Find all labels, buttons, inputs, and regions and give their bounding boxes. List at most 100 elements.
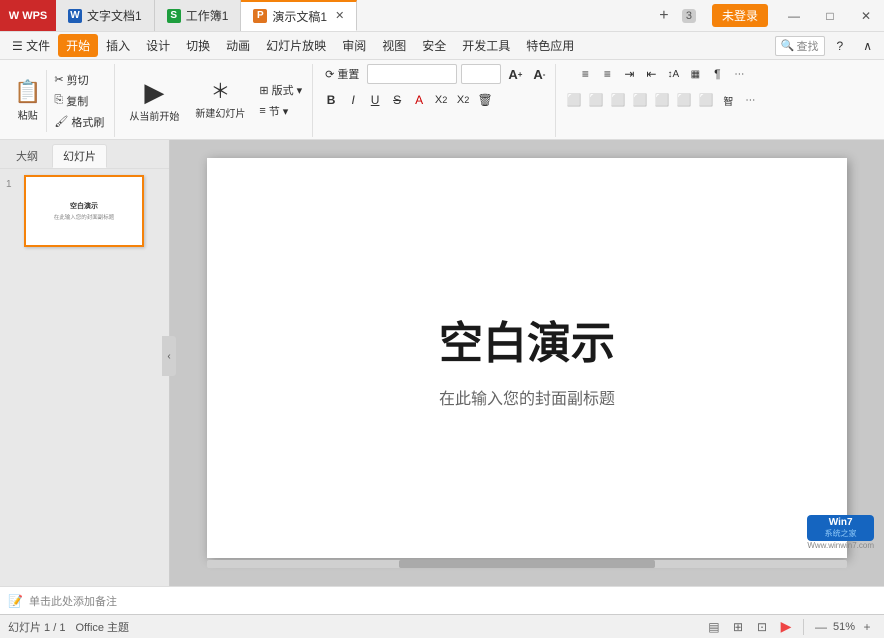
- clipboard-group-content: 📋 粘贴 ✂ 剪切 ⎘ 复制 🖌: [10, 64, 108, 137]
- align-right-button[interactable]: ⬜: [608, 90, 628, 110]
- section-icon: ≡: [259, 105, 265, 117]
- align-top-button[interactable]: ⬜: [652, 90, 672, 110]
- ribbon: 📋 粘贴 ✂ 剪切 ⎘ 复制 🖌: [0, 60, 884, 140]
- menu-design[interactable]: 设计: [138, 34, 178, 57]
- wps-logo-text: W WPS: [9, 10, 48, 22]
- smartart-button[interactable]: 智: [718, 90, 738, 110]
- notes-placeholder: 单击此处添加备注: [29, 593, 117, 609]
- new-slide-button[interactable]: ＊ 新建幻灯片: [189, 73, 251, 129]
- clipboard-group: 📋 粘贴 ✂ 剪切 ⎘ 复制 🖌: [4, 64, 115, 137]
- slide-thumbnail-1[interactable]: 空白演示 在此输入您的封面副标题: [24, 175, 144, 247]
- format-painter-label: 格式刷: [71, 114, 104, 130]
- new-slide-label: 新建幻灯片: [195, 105, 245, 120]
- minimize-button[interactable]: —: [776, 0, 812, 32]
- zoom-plus-button[interactable]: +: [858, 618, 876, 636]
- cut-label: 剪切: [67, 72, 89, 88]
- window-controls: — □ ✕: [776, 0, 884, 32]
- subscript-button[interactable]: X2: [431, 90, 451, 110]
- collapse-icon: ‹: [167, 351, 170, 362]
- font-group: ⟳ 重置 0 A+ A- B I U S A X2 X2: [315, 64, 556, 137]
- new-tab-button[interactable]: +: [650, 2, 678, 30]
- reset-font-icon: ⟳: [325, 68, 334, 81]
- menu-security[interactable]: 安全: [414, 34, 454, 57]
- slide-group: ▶ 从当前开始 ＊ 新建幻灯片 ⊞ 版式 ▾ ≡ 节 ▾: [117, 64, 313, 137]
- align-justify-button[interactable]: ⬜: [630, 90, 650, 110]
- slide-sub-buttons: ⊞ 版式 ▾ ≡ 节 ▾: [255, 80, 306, 121]
- indent-decrease-button[interactable]: ⇤: [641, 64, 661, 84]
- superscript-button[interactable]: X2: [453, 90, 473, 110]
- maximize-button[interactable]: □: [812, 0, 848, 32]
- menu-switch[interactable]: 切换: [178, 34, 218, 57]
- indent-increase-button[interactable]: ⇥: [619, 64, 639, 84]
- paste-button[interactable]: 📋 粘贴: [10, 75, 45, 127]
- start-slideshow-button[interactable]: ▶ 从当前开始: [123, 73, 185, 129]
- align-center-button[interactable]: ⬜: [586, 90, 606, 110]
- normal-view-button[interactable]: ▤: [705, 618, 723, 636]
- search-box[interactable]: 🔍 查找: [775, 36, 825, 56]
- column-button[interactable]: ▦: [685, 64, 705, 84]
- login-button[interactable]: 未登录: [712, 4, 768, 27]
- font-color-button[interactable]: A: [409, 90, 429, 110]
- list-bullet-button[interactable]: ≡: [575, 64, 595, 84]
- font-name-input[interactable]: [367, 64, 457, 84]
- tab-sheet1[interactable]: S 工作簿1: [155, 0, 242, 31]
- layout-button[interactable]: ⊞ 版式 ▾: [255, 80, 306, 100]
- bold-button[interactable]: B: [321, 90, 341, 110]
- text-direction-button[interactable]: ↕A: [663, 64, 683, 84]
- menu-view[interactable]: 视图: [374, 34, 414, 57]
- clear-format-button[interactable]: 🗑: [475, 90, 495, 110]
- menu-insert[interactable]: 插入: [98, 34, 138, 57]
- cut-button[interactable]: ✂ 剪切: [50, 70, 108, 90]
- menu-start[interactable]: 开始: [58, 34, 98, 57]
- wps-logo[interactable]: W WPS: [0, 0, 56, 31]
- slide-number-1: 1: [6, 179, 20, 190]
- side-panel-tabs: 大纲 幻灯片: [0, 140, 169, 169]
- format-painter-button[interactable]: 🖌 格式刷: [50, 112, 108, 132]
- section-button[interactable]: ≡ 节 ▾: [255, 101, 306, 121]
- help-button[interactable]: ?: [829, 36, 852, 56]
- align-left-button[interactable]: ⬜: [564, 90, 584, 110]
- more-align-button[interactable]: ⋯: [740, 90, 760, 110]
- decrease-font-button[interactable]: A-: [529, 64, 549, 84]
- grid-view-button[interactable]: ⊞: [729, 618, 747, 636]
- copy-button[interactable]: ⎘ 复制: [50, 91, 108, 111]
- search-label: 查找: [797, 38, 819, 54]
- statusbar-right: ▤ ⊞ ⊡ ▶ — 51% +: [705, 618, 876, 636]
- thumb-title-1: 空白演示: [70, 201, 98, 211]
- tab-outline[interactable]: 大纲: [6, 145, 48, 167]
- tab-doc1[interactable]: W 文字文档1: [56, 0, 155, 31]
- align-middle-button[interactable]: ⬜: [674, 90, 694, 110]
- font-group-content: ⟳ 重置 0 A+ A- B I U S A X2 X2: [321, 64, 549, 137]
- slideshow-button[interactable]: ▶: [777, 618, 795, 636]
- font-size-input[interactable]: 0: [461, 64, 501, 84]
- reset-font-button[interactable]: ⟳ 重置: [321, 64, 363, 84]
- ribbon-collapse-button[interactable]: ∧: [855, 36, 880, 56]
- align-bottom-button[interactable]: ⬜: [696, 90, 716, 110]
- reading-view-button[interactable]: ⊡: [753, 618, 771, 636]
- tab-icon-sheet: S: [167, 9, 181, 23]
- menu-review[interactable]: 审阅: [334, 34, 374, 57]
- menu-slideshow[interactable]: 幻灯片放映: [258, 34, 334, 57]
- zoom-minus-button[interactable]: —: [812, 618, 830, 636]
- menubar: ☰ 文件 开始 插入 设计 切换 动画 幻灯片放映 审阅 视图 安全 开发工具 …: [0, 32, 884, 60]
- menu-devtools[interactable]: 开发工具: [454, 34, 518, 57]
- increase-font-button[interactable]: A+: [505, 64, 525, 84]
- more-paragraph-button[interactable]: ⋯: [729, 64, 749, 84]
- notes-icon: 📝: [8, 594, 23, 608]
- tab-close-icon[interactable]: ✕: [335, 11, 344, 22]
- close-button[interactable]: ✕: [848, 0, 884, 32]
- list-item[interactable]: 1 空白演示 在此输入您的封面副标题: [6, 175, 163, 247]
- menu-file[interactable]: ☰ 文件: [4, 34, 58, 57]
- side-panel-collapse-button[interactable]: ‹: [162, 336, 176, 376]
- tab-slides[interactable]: 幻灯片: [52, 144, 107, 168]
- tab-ppt1[interactable]: P 演示文稿1 ✕: [241, 0, 357, 31]
- paragraph-settings-button[interactable]: ¶: [707, 64, 727, 84]
- italic-button[interactable]: I: [343, 90, 363, 110]
- strikethrough-button[interactable]: S: [387, 90, 407, 110]
- menu-animation[interactable]: 动画: [218, 34, 258, 57]
- notes-bar[interactable]: 📝 单击此处添加备注: [0, 586, 884, 614]
- slide-canvas[interactable]: 空白演示 在此输入您的封面副标题: [207, 158, 847, 558]
- underline-button[interactable]: U: [365, 90, 385, 110]
- list-number-button[interactable]: ≡: [597, 64, 617, 84]
- menu-features[interactable]: 特色应用: [518, 34, 582, 57]
